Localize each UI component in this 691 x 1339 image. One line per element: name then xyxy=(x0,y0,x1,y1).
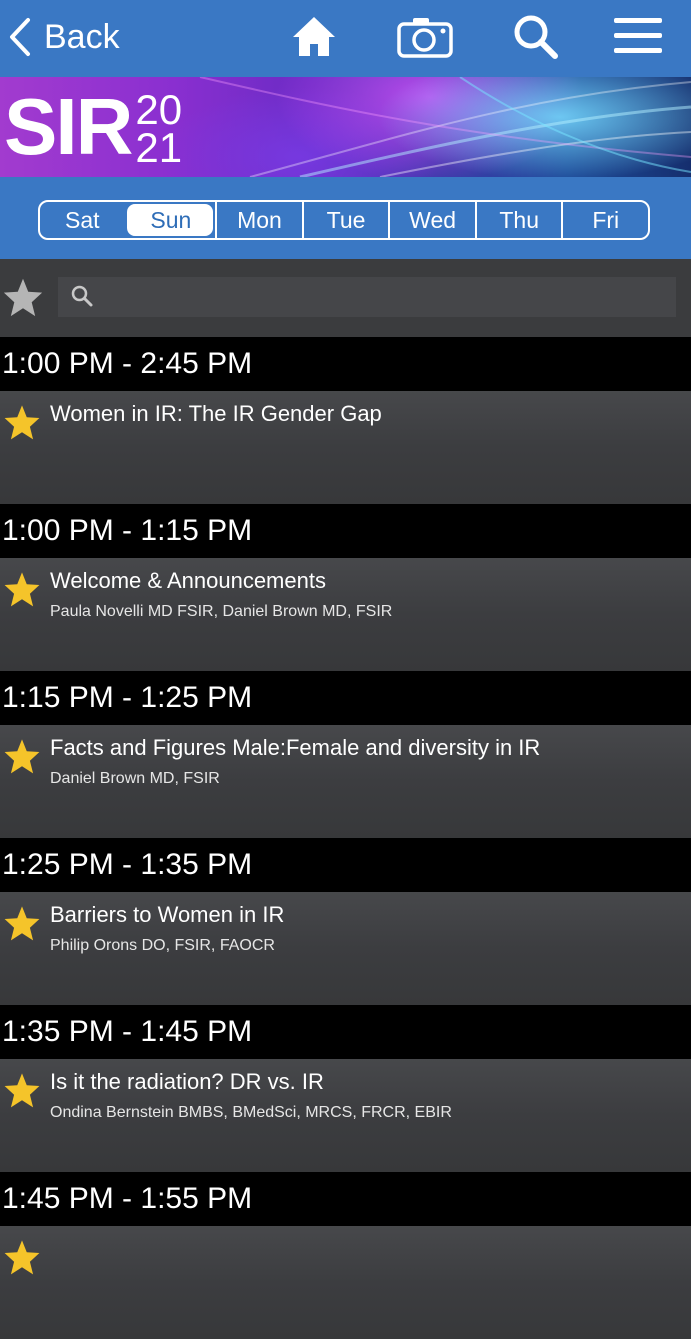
session-title: Facts and Figures Male:Female and divers… xyxy=(50,735,541,760)
session-item[interactable]: Is it the radiation? DR vs. IR Ondina Ber… xyxy=(0,1059,691,1172)
menu-icon[interactable] xyxy=(614,17,662,60)
session-item[interactable]: Facts and Figures Male:Female and divers… xyxy=(0,725,691,838)
session-search-input[interactable] xyxy=(58,277,676,317)
home-icon[interactable] xyxy=(291,14,337,65)
time-slot-header: 1:25 PM - 1:35 PM xyxy=(0,838,691,892)
conference-banner: SIR 20 21 xyxy=(0,77,691,177)
time-slot-header: 1:00 PM - 2:45 PM xyxy=(0,337,691,391)
session-item[interactable]: Women in IR: The IR Gender Gap xyxy=(0,391,691,504)
time-slot-header: 1:45 PM - 1:55 PM xyxy=(0,1172,691,1226)
tab-mon[interactable]: Mon xyxy=(215,202,302,238)
search-field-magnifier-icon xyxy=(71,285,93,307)
session-item[interactable]: Barriers to Women in IR Philip Orons DO, … xyxy=(0,892,691,1005)
tab-sat[interactable]: Sat xyxy=(40,202,125,238)
session-title: Barriers to Women in IR xyxy=(50,902,285,927)
session-item[interactable]: Welcome & Announcements Paula Novelli MD … xyxy=(0,558,691,671)
time-slot-header: 1:35 PM - 1:45 PM xyxy=(0,1005,691,1059)
sir-2021-logo: SIR 20 21 xyxy=(4,82,183,171)
session-speakers: Daniel Brown MD, FSIR xyxy=(50,770,220,787)
back-label: Back xyxy=(44,17,120,56)
back-button[interactable]: Back xyxy=(8,14,120,60)
day-selector-bar: Sat Sun Mon Tue Wed Thu Fri xyxy=(0,177,691,259)
tab-thu[interactable]: Thu xyxy=(474,202,562,238)
filter-row xyxy=(0,259,691,337)
session-list: 1:00 PM - 2:45 PM Women in IR: The IR Gen… xyxy=(0,337,691,1339)
tab-wed[interactable]: Wed xyxy=(388,202,475,238)
favorite-star-icon[interactable] xyxy=(3,403,41,446)
chevron-left-icon xyxy=(10,18,30,56)
session-title: Welcome & Announcements xyxy=(50,568,326,593)
top-nav-bar: Back xyxy=(0,0,691,77)
session-speakers: Ondina Bernstein BMBS, BMedSci, MRCS, FR… xyxy=(50,1104,452,1121)
session-title: Women in IR: The IR Gender Gap xyxy=(50,401,382,426)
favorite-star-icon[interactable] xyxy=(3,737,41,780)
favorite-star-icon[interactable] xyxy=(3,904,41,947)
session-speakers: Philip Orons DO, FSIR, FAOCR xyxy=(50,937,275,954)
favorite-star-icon[interactable] xyxy=(3,570,41,613)
session-title: Is it the radiation? DR vs. IR xyxy=(50,1069,324,1094)
tab-sun[interactable]: Sun xyxy=(126,204,214,236)
favorite-star-icon[interactable] xyxy=(3,1071,41,1114)
session-speakers: Paula Novelli MD FSIR, Daniel Brown MD, … xyxy=(50,603,393,620)
tab-tue[interactable]: Tue xyxy=(301,202,389,238)
search-icon[interactable] xyxy=(513,14,559,65)
session-item[interactable] xyxy=(0,1226,691,1339)
time-slot-header: 1:00 PM - 1:15 PM xyxy=(0,504,691,558)
day-tabs: Sat Sun Mon Tue Wed Thu Fri xyxy=(38,200,650,240)
time-slot-header: 1:15 PM - 1:25 PM xyxy=(0,671,691,725)
favorites-filter-star-icon[interactable] xyxy=(2,277,44,322)
camera-icon[interactable] xyxy=(397,16,453,63)
favorite-star-icon[interactable] xyxy=(3,1238,41,1281)
tab-fri[interactable]: Fri xyxy=(561,202,648,238)
